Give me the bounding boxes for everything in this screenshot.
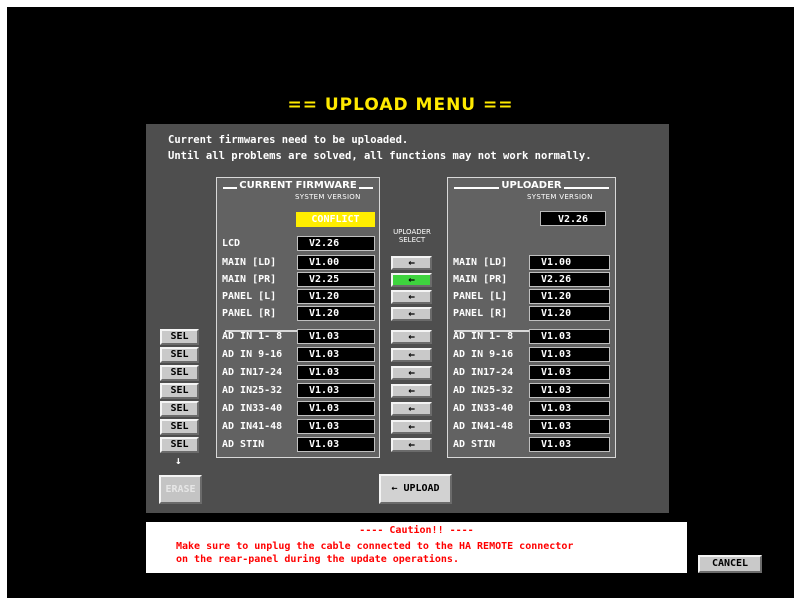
uploader-select-arrow-panel-r[interactable]: ← (391, 307, 432, 321)
uploader-row-label: AD STIN (453, 439, 496, 450)
uploader-select-arrow-ad-stin[interactable]: ← (391, 438, 432, 452)
current-row-label: MAIN [PR] (222, 274, 277, 285)
current-row-label: AD IN 9-16 (222, 349, 283, 360)
uploader-row-label: AD IN25-32 (453, 385, 514, 396)
uploader-row-value: V1.03 (529, 437, 610, 452)
current-row-value: V1.03 (297, 401, 375, 416)
uploader-select-arrow-ad-in-1-8[interactable]: ← (391, 330, 432, 344)
sel-button-ad-in-33-40[interactable]: SEL (160, 401, 199, 417)
cancel-button[interactable]: CANCEL (698, 555, 762, 573)
uploader-row-label: MAIN [LD] (453, 257, 508, 268)
caution-heading: ---- Caution!! ---- (359, 525, 474, 536)
current-row-label: AD IN33-40 (222, 403, 283, 414)
uploader-select-arrow-main-ld[interactable]: ← (391, 256, 432, 270)
uploader-select-arrow-ad-in-25-32[interactable]: ← (391, 384, 432, 398)
uploader-select-arrow-ad-in-17-24[interactable]: ← (391, 366, 432, 380)
current-row-label: AD IN17-24 (222, 367, 283, 378)
uploader-row-value: V1.03 (529, 419, 610, 434)
sel-button-ad-in-1-8[interactable]: SEL (160, 329, 199, 345)
current-system-version-label: SYSTEM VERSION (295, 193, 361, 201)
current-row-label: AD STIN (222, 439, 265, 450)
uploader-row-value: V1.03 (529, 383, 610, 398)
current-row-value: V1.03 (297, 365, 375, 380)
uploader-row-value: V2.26 (529, 272, 610, 287)
current-row-value: V1.03 (297, 329, 375, 344)
current-row-value: V1.20 (297, 306, 375, 321)
current-row-value: V1.03 (297, 383, 375, 398)
current-row-label: AD IN 1- 8 (222, 331, 283, 342)
current-row-label: LCD (222, 238, 241, 249)
uploader-row-value: V1.20 (529, 289, 610, 304)
current-firmware-title: CURRENT FIRMWARE (237, 180, 359, 191)
sel-button-ad-in-9-16[interactable]: SEL (160, 347, 199, 363)
current-row-value: V2.26 (297, 236, 375, 251)
uploader-row-label: PANEL [L] (453, 291, 508, 302)
uploader-select-arrow-ad-in-33-40[interactable]: ← (391, 402, 432, 416)
current-row-value: V1.00 (297, 255, 375, 270)
uploader-select-arrow-ad-in-9-16[interactable]: ← (391, 348, 432, 362)
uploader-row-label: AD IN17-24 (453, 367, 514, 378)
uploader-row-label: AD IN33-40 (453, 403, 514, 414)
uploader-system-version: V2.26 (540, 211, 606, 226)
current-system-version-conflict: CONFLICT (296, 212, 375, 227)
caution-line-2: on the rear-panel during the update oper… (176, 554, 459, 565)
sel-button-ad-stin[interactable]: SEL (160, 437, 199, 453)
current-row-value: V2.25 (297, 272, 375, 287)
down-arrow-icon: ↓ (175, 454, 182, 467)
status-message-2: Until all problems are solved, all funct… (168, 150, 592, 162)
uploader-row-label: PANEL [R] (453, 308, 508, 319)
uploader-select-arrow-main-pr[interactable]: ← (391, 273, 432, 287)
upload-main-panel: Current firmwares need to be uploaded. U… (146, 124, 669, 513)
erase-button[interactable]: ERASE (159, 475, 202, 504)
uploader-row-value: V1.03 (529, 347, 610, 362)
uploader-select-label: UPLOADER SELECT (393, 228, 431, 244)
current-row-value: V1.03 (297, 347, 375, 362)
current-row-label: AD IN41-48 (222, 421, 283, 432)
uploader-row-value: V1.20 (529, 306, 610, 321)
current-row-value: V1.03 (297, 419, 375, 434)
sel-button-ad-in-25-32[interactable]: SEL (160, 383, 199, 399)
upload-button[interactable]: ← UPLOAD (379, 474, 452, 504)
caution-line-1: Make sure to unplug the cable connected … (176, 541, 574, 552)
current-row-value: V1.03 (297, 437, 375, 452)
page-title: == UPLOAD MENU == (287, 95, 514, 115)
uploader-row-label: AD IN41-48 (453, 421, 514, 432)
current-row-label: MAIN [LD] (222, 257, 277, 268)
uploader-row-label: AD IN 1- 8 (453, 331, 514, 342)
sel-button-ad-in-17-24[interactable]: SEL (160, 365, 199, 381)
current-row-value: V1.20 (297, 289, 375, 304)
uploader-row-label: AD IN 9-16 (453, 349, 514, 360)
sel-button-ad-in-41-48[interactable]: SEL (160, 419, 199, 435)
uploader-title: UPLOADER (499, 180, 564, 191)
status-message-1: Current firmwares need to be uploaded. (168, 134, 409, 146)
uploader-row-label: MAIN [PR] (453, 274, 508, 285)
uploader-row-value: V1.03 (529, 401, 610, 416)
current-row-label: PANEL [R] (222, 308, 277, 319)
uploader-select-arrow-ad-in-41-48[interactable]: ← (391, 420, 432, 434)
current-row-label: AD IN25-32 (222, 385, 283, 396)
caution-box: ---- Caution!! ---- Make sure to unplug … (146, 522, 687, 573)
upload-menu-screen: == UPLOAD MENU == Current firmwares need… (7, 7, 794, 598)
uploader-system-version-label: SYSTEM VERSION (527, 193, 593, 201)
uploader-row-value: V1.00 (529, 255, 610, 270)
uploader-row-value: V1.03 (529, 365, 610, 380)
uploader-row-value: V1.03 (529, 329, 610, 344)
current-row-label: PANEL [L] (222, 291, 277, 302)
uploader-select-arrow-panel-l[interactable]: ← (391, 290, 432, 304)
